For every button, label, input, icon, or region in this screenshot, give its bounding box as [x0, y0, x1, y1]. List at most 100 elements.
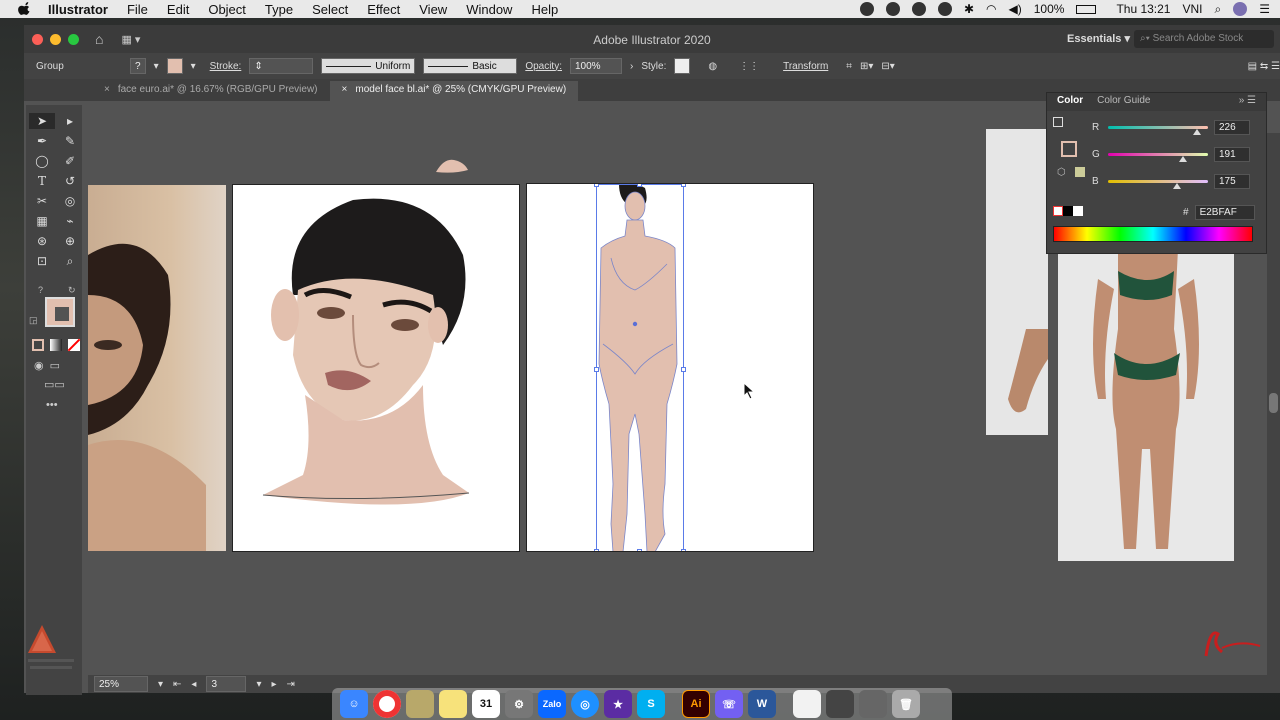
resize-handle[interactable] — [594, 184, 599, 187]
screenshot-stack-icon[interactable] — [826, 690, 854, 718]
draw-mode-icon[interactable]: ◉ — [34, 359, 44, 372]
style-swatch[interactable] — [674, 58, 691, 74]
imovie-star-icon[interactable]: ★ — [604, 690, 632, 718]
cloud-sync-icon[interactable] — [885, 2, 900, 16]
recolor-artwork-icon[interactable]: ◍ — [708, 61, 717, 72]
tab-face-euro[interactable]: × face euro.ai* @ 16.67% (RGB/GPU Preview… — [92, 81, 330, 101]
slider-thumb[interactable] — [1178, 155, 1187, 162]
document-icon[interactable] — [793, 690, 821, 718]
scissors-tool-icon[interactable]: ✂ — [29, 193, 55, 209]
slider-thumb[interactable] — [1172, 182, 1181, 189]
stickies-icon[interactable] — [439, 690, 467, 718]
skin-shape-fragment[interactable] — [434, 154, 474, 176]
zoom-field[interactable]: 25% — [94, 676, 148, 692]
menu-object[interactable]: Object — [208, 2, 246, 17]
value-blue-field[interactable]: 175 — [1214, 173, 1250, 189]
panel-menu-icon[interactable]: » ☰ — [1239, 95, 1256, 109]
chevron-down-icon[interactable]: ▾ — [191, 61, 196, 72]
black-swatch[interactable] — [1063, 206, 1073, 216]
chevron-down-icon[interactable]: ▾ — [154, 61, 159, 72]
web-safe-swatch[interactable] — [1075, 167, 1085, 177]
envelope-icon[interactable]: ⊟▾ — [881, 61, 894, 72]
fill-stroke-mini-icon[interactable] — [1053, 117, 1063, 127]
creative-cloud-icon[interactable] — [859, 2, 874, 16]
reference-photo-face[interactable] — [88, 185, 226, 551]
time-machine-icon[interactable] — [937, 2, 952, 16]
direct-selection-tool-icon[interactable]: ▸ — [57, 113, 83, 129]
white-swatch[interactable] — [1073, 206, 1083, 216]
zoom-tool-icon[interactable]: ⌕ — [57, 253, 83, 269]
resize-handle[interactable] — [637, 184, 642, 187]
stroke-label[interactable]: Stroke: — [210, 61, 242, 72]
menu-select[interactable]: Select — [312, 2, 348, 17]
fill-none-icon[interactable]: ? — [38, 285, 43, 295]
brush-definition[interactable]: Basic — [423, 58, 518, 74]
tab-model-face[interactable]: × model face bl.ai* @ 25% (CMYK/GPU Previ… — [329, 81, 579, 101]
slider-track-green[interactable] — [1108, 152, 1208, 162]
calendar-icon[interactable]: 31 — [472, 690, 500, 718]
slider-red[interactable]: R 226 — [1092, 119, 1262, 135]
close-tab-icon[interactable]: × — [104, 84, 110, 95]
swap-fill-stroke-icon[interactable]: ↻ — [68, 285, 76, 296]
fill-stroke-widget[interactable]: ? ↻ ◲ — [26, 285, 82, 335]
downloads-stack-icon[interactable] — [859, 690, 887, 718]
canvas-area[interactable] — [88, 129, 1048, 674]
chevron-down-icon[interactable]: ▾ — [256, 679, 261, 690]
artboard-tool-icon[interactable]: ⊡ — [29, 253, 55, 269]
menu-view[interactable]: View — [419, 2, 447, 17]
gradient-tool-icon[interactable]: ▦ — [29, 213, 55, 229]
stroke-swatch-mini[interactable] — [1061, 141, 1077, 157]
value-red-field[interactable]: 226 — [1214, 119, 1250, 135]
resize-handle[interactable] — [681, 367, 686, 372]
slider-track-red[interactable] — [1108, 125, 1208, 135]
rotate-tool-icon[interactable]: ↺ — [57, 173, 83, 189]
illustrator-icon[interactable]: Ai — [682, 690, 710, 718]
selection-tool-icon[interactable]: ➤ — [29, 113, 55, 129]
warp-icon[interactable]: ⊞▾ — [860, 61, 873, 72]
paintbrush-tool-icon[interactable]: ✐ — [57, 153, 83, 169]
opacity-label[interactable]: Opacity: — [525, 61, 562, 72]
color-mode-icon[interactable] — [32, 339, 44, 351]
tab-color[interactable]: Color — [1057, 95, 1083, 109]
search-stock-input[interactable]: ⌕▾ Search Adobe Stock — [1134, 30, 1274, 48]
prev-artboard-icon[interactable]: ◂ — [191, 679, 196, 690]
trash-icon[interactable]: 🗑 — [892, 690, 920, 718]
curvature-tool-icon[interactable]: ✎ — [57, 133, 83, 149]
safari-icon[interactable]: ◎ — [571, 690, 599, 718]
gradient-mode-icon[interactable] — [50, 339, 62, 351]
reference-photo-partial[interactable] — [986, 129, 1048, 435]
default-fill-stroke-icon[interactable]: ◲ — [29, 315, 38, 326]
none-mode-icon[interactable] — [67, 338, 81, 352]
skype-icon[interactable]: S — [637, 690, 665, 718]
word-icon[interactable]: W — [748, 690, 776, 718]
opacity-field[interactable]: 100% — [570, 58, 622, 74]
out-of-gamut-icon[interactable]: ⬡ — [1057, 167, 1066, 178]
menu-app[interactable]: Illustrator — [48, 2, 108, 17]
chevron-down-icon[interactable]: ▾ — [158, 679, 163, 690]
menu-window[interactable]: Window — [466, 2, 512, 17]
edit-toolbar-icon[interactable]: ••• — [26, 399, 82, 411]
align-icon[interactable]: ⋮⋮ — [739, 61, 759, 72]
apple-icon[interactable] — [18, 2, 32, 16]
menu-edit[interactable]: Edit — [167, 2, 189, 17]
blend-tool-icon[interactable]: ⊕ — [57, 233, 83, 249]
artboard-body-template[interactable] — [526, 183, 814, 552]
viber-icon[interactable]: ☏ — [715, 690, 743, 718]
fill-swatch[interactable]: ? — [130, 58, 146, 74]
slider-thumb[interactable] — [1192, 128, 1201, 135]
reference-photo-bikini[interactable] — [1058, 249, 1234, 561]
eyedropper-tool-icon[interactable]: ⌁ — [57, 213, 83, 229]
pen-tool-icon[interactable]: ✒ — [29, 133, 55, 149]
menu-type[interactable]: Type — [265, 2, 293, 17]
menu-file[interactable]: File — [127, 2, 148, 17]
slider-track-blue[interactable] — [1108, 179, 1208, 189]
menu-effect[interactable]: Effect — [367, 2, 400, 17]
clock[interactable]: Thu 13:21 — [1116, 2, 1170, 16]
resize-handle[interactable] — [681, 549, 686, 551]
notes-folder-icon[interactable] — [406, 690, 434, 718]
tab-color-guide[interactable]: Color Guide — [1097, 95, 1150, 109]
viber-status-icon[interactable] — [911, 2, 926, 16]
menu-help[interactable]: Help — [531, 2, 558, 17]
resize-handle[interactable] — [637, 549, 642, 551]
scrollbar-thumb[interactable] — [1269, 393, 1278, 413]
